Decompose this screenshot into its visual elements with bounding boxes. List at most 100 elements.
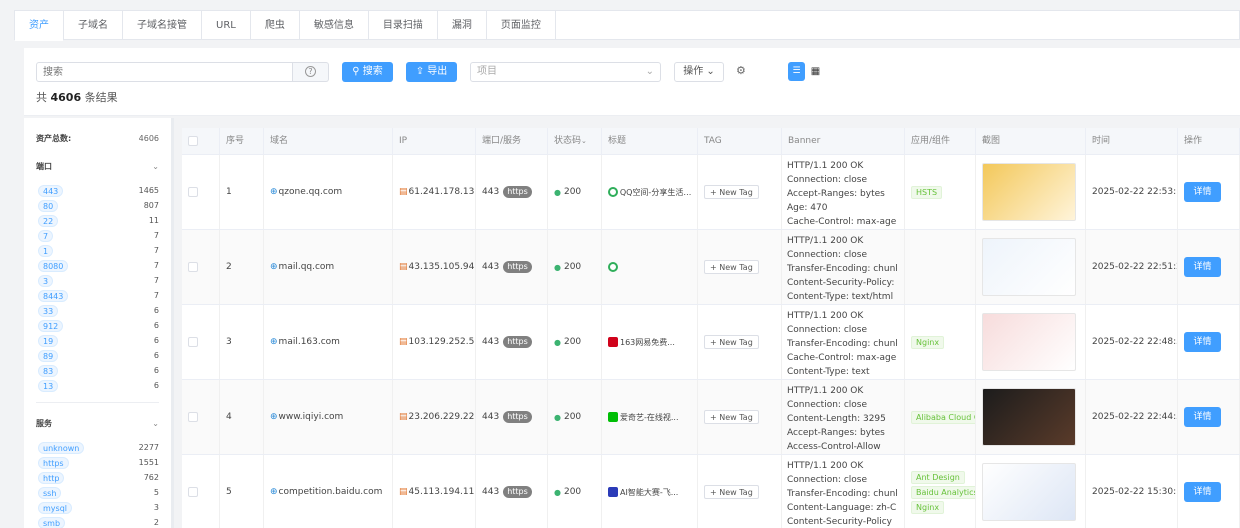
service-section-header[interactable]: 服务 ⌄ bbox=[24, 417, 171, 431]
filter-chip[interactable]: smb bbox=[38, 516, 66, 528]
domain-link[interactable]: www.iqiyi.com bbox=[279, 412, 344, 422]
row-checkbox[interactable] bbox=[188, 187, 198, 197]
filter-chip[interactable]: 3 bbox=[38, 274, 54, 287]
new-tag-button[interactable]: + New Tag bbox=[704, 260, 759, 274]
list-item[interactable]: https 1551 bbox=[24, 455, 171, 470]
new-tag-button[interactable]: + New Tag bbox=[704, 185, 759, 199]
screenshot-thumbnail[interactable] bbox=[982, 388, 1076, 446]
operations-dropdown[interactable]: 操作 ⌄ bbox=[674, 62, 724, 82]
filter-chip[interactable]: 22 bbox=[38, 214, 59, 227]
tab-6[interactable]: 目录扫描 bbox=[369, 11, 438, 40]
list-item[interactable]: mysql 3 bbox=[24, 500, 171, 515]
new-tag-button[interactable]: + New Tag bbox=[704, 485, 759, 499]
filter-chip[interactable]: unknown bbox=[38, 441, 85, 454]
port-section-header[interactable]: 端口 ⌄ bbox=[24, 160, 171, 174]
list-item[interactable]: 37 bbox=[24, 273, 171, 288]
row-checkbox[interactable] bbox=[188, 412, 198, 422]
tag-cell: + New Tag bbox=[698, 380, 782, 454]
gear-icon[interactable]: ⚙ bbox=[736, 64, 746, 77]
filter-chip[interactable]: 1 bbox=[38, 244, 54, 257]
new-tag-button[interactable]: + New Tag bbox=[704, 410, 759, 424]
ip-value[interactable]: 61.241.178.139 bbox=[409, 187, 475, 197]
tab-1[interactable]: 子域名 bbox=[64, 11, 123, 40]
filter-chip[interactable]: 19 bbox=[38, 334, 59, 347]
ip-value[interactable]: 103.129.252.59 bbox=[409, 337, 475, 347]
tab-7[interactable]: 漏洞 bbox=[438, 11, 487, 40]
list-item[interactable]: http 762 bbox=[24, 470, 171, 485]
ip-value[interactable]: 45.113.194.117 bbox=[409, 487, 475, 497]
export-button[interactable]: ⇪ 导出 bbox=[406, 62, 457, 82]
list-item[interactable]: 80807 bbox=[24, 258, 171, 273]
row-checkbox[interactable] bbox=[188, 337, 198, 347]
detail-button[interactable]: 详情 bbox=[1184, 407, 1221, 427]
grid-view-button[interactable]: ▦ bbox=[807, 62, 824, 81]
project-select[interactable]: 项目 ⌄ bbox=[470, 62, 661, 82]
filter-chip[interactable]: 443 bbox=[38, 184, 64, 197]
search-button[interactable]: ⚲ 搜索 bbox=[342, 62, 393, 82]
row-checkbox[interactable] bbox=[188, 487, 198, 497]
detail-button[interactable]: 详情 bbox=[1184, 257, 1221, 277]
tab-3[interactable]: URL bbox=[202, 11, 251, 40]
ip-value[interactable]: 23.206.229.222 bbox=[409, 412, 475, 422]
filter-chip[interactable]: 83 bbox=[38, 364, 59, 377]
row-checkbox[interactable] bbox=[188, 262, 198, 272]
filter-chip[interactable]: ssh bbox=[38, 486, 62, 499]
list-item[interactable]: 912 6 bbox=[24, 318, 171, 333]
filter-chip[interactable]: 8443 bbox=[38, 289, 69, 302]
item-count: 5 bbox=[153, 488, 159, 497]
domain-link[interactable]: mail.163.com bbox=[279, 337, 340, 347]
tab-8[interactable]: 页面监控 bbox=[487, 11, 556, 40]
filter-chip[interactable]: 80 bbox=[38, 199, 59, 212]
list-item[interactable]: ssh 5 bbox=[24, 485, 171, 500]
tab-5[interactable]: 敏感信息 bbox=[300, 11, 369, 40]
select-all-checkbox[interactable] bbox=[188, 135, 198, 146]
screenshot-thumbnail[interactable] bbox=[982, 313, 1076, 371]
filter-chip[interactable]: 8080 bbox=[38, 259, 69, 272]
tab-4[interactable]: 爬虫 bbox=[251, 11, 300, 40]
search-input[interactable] bbox=[36, 62, 293, 82]
list-item[interactable]: 17 bbox=[24, 243, 171, 258]
detail-button[interactable]: 详情 bbox=[1184, 482, 1221, 502]
list-item[interactable]: 443 1465 bbox=[24, 183, 171, 198]
screenshot-thumbnail[interactable] bbox=[982, 238, 1076, 296]
tab-0[interactable]: 资产 bbox=[15, 11, 64, 41]
list-item[interactable]: 33 6 bbox=[24, 303, 171, 318]
list-item[interactable]: 8443 7 bbox=[24, 288, 171, 303]
list-item[interactable]: 13 6 bbox=[24, 378, 171, 393]
banner-cell: HTTP/1.1 200 OK Connection: close Transfer… bbox=[782, 455, 905, 528]
row-checkbox-cell bbox=[182, 230, 220, 304]
list-item[interactable]: 19 6 bbox=[24, 333, 171, 348]
detail-button[interactable]: 详情 bbox=[1184, 182, 1221, 202]
filter-chip[interactable]: http bbox=[38, 471, 65, 484]
title-cell: AI智能大赛-飞... bbox=[602, 455, 698, 528]
search-help-button[interactable]: ? bbox=[293, 62, 329, 82]
list-item[interactable]: 77 bbox=[24, 228, 171, 243]
ip-value[interactable]: 43.135.105.94 bbox=[409, 262, 475, 272]
domain-link[interactable]: mail.qq.com bbox=[279, 262, 335, 272]
tab-2[interactable]: 子域名接管 bbox=[123, 11, 202, 40]
list-item[interactable]: 22 11 bbox=[24, 213, 171, 228]
filter-chip[interactable]: mysql bbox=[38, 501, 72, 514]
domain-link[interactable]: qzone.qq.com bbox=[279, 187, 343, 197]
filter-chip[interactable]: 13 bbox=[38, 379, 59, 392]
filter-chip[interactable]: 912 bbox=[38, 319, 64, 332]
list-view-button[interactable]: ☰ bbox=[788, 62, 805, 81]
action-cell: 详情 bbox=[1178, 455, 1240, 528]
list-item[interactable]: 83 6 bbox=[24, 363, 171, 378]
new-tag-button[interactable]: + New Tag bbox=[704, 335, 759, 349]
list-item[interactable]: unknown 2277 bbox=[24, 440, 171, 455]
filter-chip[interactable]: 33 bbox=[38, 304, 59, 317]
list-item[interactable]: 89 6 bbox=[24, 348, 171, 363]
filter-chip[interactable]: 7 bbox=[38, 229, 54, 242]
list-item[interactable]: 80807 bbox=[24, 198, 171, 213]
asset-table: 序号 域名 IP 端口/服务 状态码⌄ 标题 TAG Banner 应用/组件 … bbox=[182, 128, 1240, 528]
chevron-down-icon: ⌄ bbox=[645, 66, 654, 77]
filter-chip[interactable]: https bbox=[38, 456, 69, 469]
header-status[interactable]: 状态码⌄ bbox=[548, 128, 602, 154]
list-item[interactable]: smb 2 bbox=[24, 515, 171, 528]
detail-button[interactable]: 详情 bbox=[1184, 332, 1221, 352]
screenshot-thumbnail[interactable] bbox=[982, 463, 1076, 521]
domain-link[interactable]: competition.baidu.com bbox=[279, 487, 383, 497]
filter-chip[interactable]: 89 bbox=[38, 349, 59, 362]
screenshot-thumbnail[interactable] bbox=[982, 163, 1076, 221]
